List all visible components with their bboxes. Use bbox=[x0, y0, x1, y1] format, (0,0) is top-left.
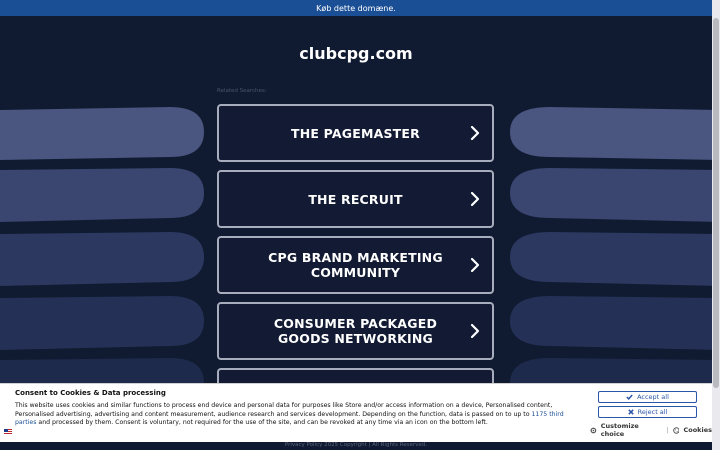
scrollbar-thumb[interactable] bbox=[713, 18, 719, 388]
related-link-the-pagemaster[interactable]: THE PAGEMASTER bbox=[217, 104, 494, 162]
accept-all-button[interactable]: Accept all bbox=[598, 391, 697, 403]
chevron-right-icon bbox=[470, 257, 480, 273]
reject-all-button[interactable]: Reject all bbox=[598, 406, 697, 418]
related-link-label: THE RECRUIT bbox=[308, 191, 403, 207]
cookie-text-start: This website uses cookies and similar fu… bbox=[15, 402, 553, 418]
buy-domain-text[interactable]: Køb dette domæne. bbox=[316, 4, 396, 13]
us-flag-icon[interactable] bbox=[4, 429, 12, 435]
cookie-secondary-links: Customize choice | Cookies bbox=[590, 422, 712, 438]
scrollbar[interactable] bbox=[712, 0, 720, 450]
cookie-text-end: and processed by them. Consent is volunt… bbox=[36, 419, 488, 427]
checkmark-icon bbox=[626, 394, 633, 400]
cookie-icon bbox=[672, 426, 680, 434]
chevron-right-icon bbox=[470, 323, 480, 339]
chevron-right-icon bbox=[470, 191, 480, 207]
related-link-the-recruit[interactable]: THE RECRUIT bbox=[217, 170, 494, 228]
cookie-description: This website uses cookies and similar fu… bbox=[15, 402, 585, 428]
related-link-cpg-brand-marketing-community[interactable]: CPG BRAND MARKETING COMMUNITY bbox=[217, 236, 494, 294]
gear-icon bbox=[590, 427, 597, 433]
close-icon bbox=[627, 409, 634, 415]
cookie-title: Consent to Cookies & Data processing bbox=[15, 389, 166, 397]
cookie-consent-banner: Consent to Cookies & Data processing Thi… bbox=[0, 383, 712, 442]
related-link-label: CONSUMER PACKAGED GOODS NETWORKING bbox=[273, 316, 438, 346]
related-searches-label: Related Searches: bbox=[217, 88, 267, 94]
related-link-label: THE PAGEMASTER bbox=[291, 125, 420, 141]
reject-all-label: Reject all bbox=[637, 408, 668, 416]
accept-all-label: Accept all bbox=[637, 393, 669, 401]
separator: | bbox=[666, 426, 669, 434]
related-link-label: CPG BRAND MARKETING COMMUNITY bbox=[268, 250, 443, 280]
customize-choice-link[interactable]: Customize choice bbox=[601, 422, 663, 438]
related-link-consumer-packaged-goods-networking[interactable]: CONSUMER PACKAGED GOODS NETWORKING bbox=[217, 302, 494, 360]
footer-copyright: Privacy Policy 2025 Copyright | All Righ… bbox=[284, 442, 428, 448]
cookies-link[interactable]: Cookies bbox=[683, 426, 712, 434]
chevron-right-icon bbox=[470, 125, 480, 141]
buy-domain-banner[interactable]: Køb dette domæne. bbox=[0, 0, 712, 16]
domain-title: clubcpg.com bbox=[299, 44, 413, 63]
